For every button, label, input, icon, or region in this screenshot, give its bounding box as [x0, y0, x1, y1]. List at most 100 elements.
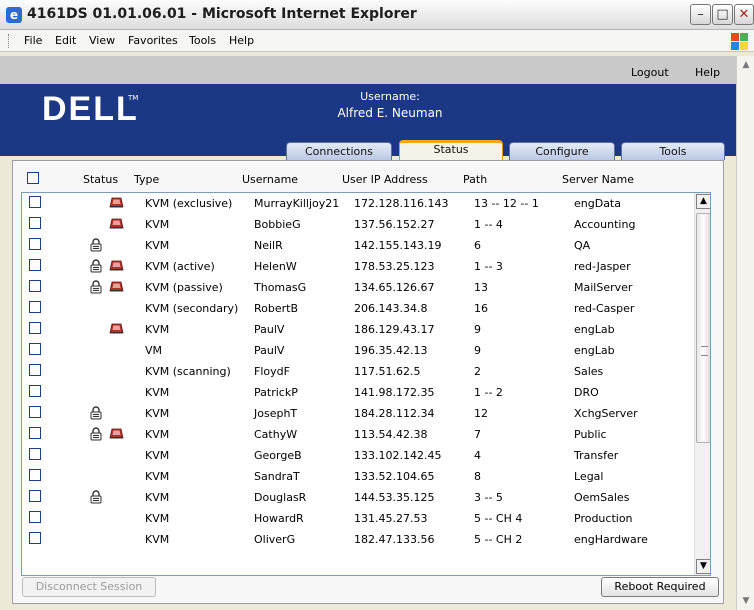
row-ip-address: 134.65.126.67 [354, 281, 435, 294]
scroll-up-button[interactable]: ▲ [696, 194, 710, 209]
row-server-name: Accounting [574, 218, 636, 231]
row-server-name: XchgServer [574, 407, 638, 420]
row-type: KVM [145, 428, 170, 441]
row-type: KVM [145, 470, 170, 483]
row-checkbox[interactable] [29, 343, 41, 355]
row-path: 5 -- CH 2 [474, 533, 523, 546]
tab-connections[interactable]: Connections [286, 142, 392, 160]
row-username: HelenW [254, 260, 297, 273]
row-server-name: red-Casper [574, 302, 635, 315]
close-button[interactable]: ✕ [734, 4, 754, 25]
row-username: CathyW [254, 428, 298, 441]
table-row[interactable]: KVM (active) HelenW 178.53.25.123 1 -- 3 red… [22, 256, 688, 277]
table-row[interactable]: KVM HowardR 131.45.27.53 5 -- CH 4 Productio… [22, 508, 688, 529]
menu-file[interactable]: File [24, 34, 42, 47]
row-checkbox[interactable] [29, 469, 41, 481]
table-row[interactable]: KVM CathyW 113.54.42.38 7 Public [22, 424, 688, 445]
row-checkbox[interactable] [29, 280, 41, 292]
page-scroll-up-button[interactable]: ▲ [739, 58, 753, 72]
row-checkbox[interactable] [29, 385, 41, 397]
row-type: KVM (passive) [145, 281, 223, 294]
table-row[interactable]: KVM OliverG 182.47.133.56 5 -- CH 2 engHardw… [22, 529, 688, 550]
row-server-name: Transfer [574, 449, 619, 462]
column-header-status[interactable]: Status [83, 173, 118, 186]
row-server-name: Production [574, 512, 633, 525]
row-checkbox[interactable] [29, 259, 41, 271]
row-type: KVM [145, 491, 170, 504]
table-row[interactable]: KVM NeilR 142.155.143.19 6 QA [22, 235, 688, 256]
column-header-path[interactable]: Path [463, 173, 487, 186]
row-checkbox[interactable] [29, 238, 41, 250]
page-scrollbar[interactable]: ▲ ▼ [736, 56, 754, 610]
menu-tools[interactable]: Tools [189, 34, 216, 47]
tab-tools[interactable]: Tools [621, 142, 725, 160]
row-server-name: red-Jasper [574, 260, 631, 273]
table-row[interactable]: KVM GeorgeB 133.102.142.45 4 Transfer [22, 445, 688, 466]
row-server-name: engData [574, 197, 621, 210]
scroll-thumb[interactable] [696, 213, 710, 443]
toolbar-grip[interactable] [8, 34, 11, 48]
kvm-session-icon [108, 218, 124, 229]
row-type: KVM [145, 323, 170, 336]
minimize-button[interactable]: – [690, 4, 711, 25]
table-row[interactable]: KVM (passive) ThomasG 134.65.126.67 13 MailS… [22, 277, 688, 298]
row-checkbox[interactable] [29, 532, 41, 544]
row-checkbox[interactable] [29, 448, 41, 460]
kvm-session-icon [108, 323, 124, 334]
column-header-server[interactable]: Server Name [562, 173, 634, 186]
logout-link[interactable]: Logout [631, 66, 669, 79]
row-username: SandraT [254, 470, 300, 483]
row-username: GeorgeB [254, 449, 302, 462]
row-checkbox[interactable] [29, 511, 41, 523]
tab-bar: Connections Status Configure Tools [0, 140, 736, 160]
row-checkbox[interactable] [29, 196, 41, 208]
row-username: FloydF [254, 365, 290, 378]
table-row[interactable]: KVM (secondary) RobertB 206.143.34.8 16 red-… [22, 298, 688, 319]
reboot-required-button[interactable]: Reboot Required [601, 577, 719, 597]
row-type: KVM (active) [145, 260, 215, 273]
table-row[interactable]: KVM (scanning) FloydF 117.51.62.5 2 Sales [22, 361, 688, 382]
row-checkbox[interactable] [29, 406, 41, 418]
list-scrollbar[interactable]: ▲ ▼ [694, 193, 710, 575]
row-username: HowardR [254, 512, 304, 525]
table-row[interactable]: KVM DouglasR 144.53.35.125 3 -- 5 OemSales [22, 487, 688, 508]
status-panel: Status Type Username User IP Address Pat… [12, 160, 724, 604]
row-ip-address: 141.98.172.35 [354, 386, 435, 399]
menu-edit[interactable]: Edit [55, 34, 76, 47]
menu-help[interactable]: Help [229, 34, 254, 47]
table-row[interactable]: KVM (exclusive) MurrayKilljoy21 172.128.11… [22, 193, 688, 214]
row-path: 7 [474, 428, 481, 441]
row-ip-address: 131.45.27.53 [354, 512, 428, 525]
row-checkbox[interactable] [29, 364, 41, 376]
table-row[interactable]: KVM PaulV 186.129.43.17 9 engLab [22, 319, 688, 340]
tab-status[interactable]: Status [399, 140, 503, 160]
menu-favorites[interactable]: Favorites [128, 34, 178, 47]
disconnect-session-button[interactable]: Disconnect Session [22, 577, 156, 597]
row-checkbox[interactable] [29, 427, 41, 439]
row-checkbox[interactable] [29, 217, 41, 229]
menu-view[interactable]: View [89, 34, 115, 47]
table-row[interactable]: KVM BobbieG 137.56.152.27 1 -- 4 Accounting [22, 214, 688, 235]
row-ip-address: 133.102.142.45 [354, 449, 442, 462]
table-row[interactable]: KVM JosephT 184.28.112.34 12 XchgServer [22, 403, 688, 424]
page-scroll-down-button[interactable]: ▼ [739, 594, 753, 608]
row-checkbox[interactable] [29, 322, 41, 334]
table-row[interactable]: VM PaulV 196.35.42.13 9 engLab [22, 340, 688, 361]
tab-configure[interactable]: Configure [509, 142, 615, 160]
row-checkbox[interactable] [29, 490, 41, 502]
table-row[interactable]: KVM SandraT 133.52.104.65 8 Legal [22, 466, 688, 487]
column-header-ip[interactable]: User IP Address [342, 173, 428, 186]
select-all-checkbox[interactable] [27, 172, 39, 184]
table-row[interactable]: KVM PatrickP 141.98.172.35 1 -- 2 DRO [22, 382, 688, 403]
scroll-down-button[interactable]: ▼ [696, 559, 710, 574]
row-username: NeilR [254, 239, 283, 252]
column-header-type[interactable]: Type [134, 173, 159, 186]
row-checkbox[interactable] [29, 301, 41, 313]
row-username: PatrickP [254, 386, 298, 399]
column-header-username[interactable]: Username [242, 173, 298, 186]
maximize-button[interactable]: □ [712, 4, 733, 25]
help-link[interactable]: Help [695, 66, 720, 79]
row-ip-address: 113.54.42.38 [354, 428, 428, 441]
row-server-name: engLab [574, 323, 615, 336]
row-type: KVM (scanning) [145, 365, 231, 378]
